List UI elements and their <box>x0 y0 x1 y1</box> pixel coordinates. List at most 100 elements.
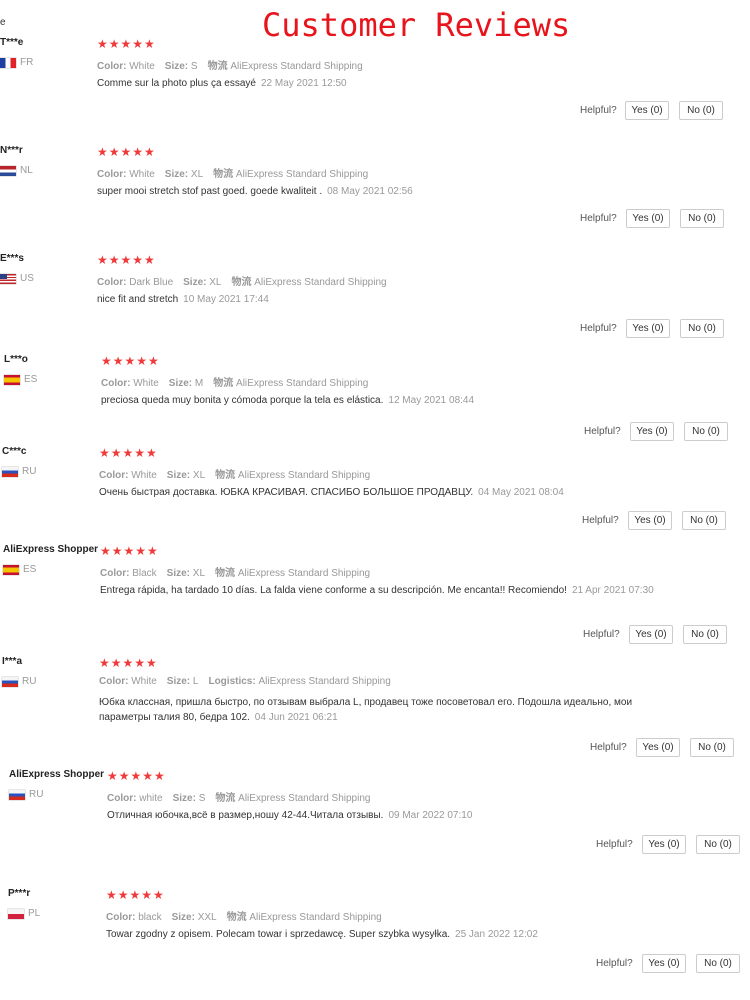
shipping-label: 物流 <box>207 61 231 72</box>
shipping-label: 物流 <box>226 912 250 923</box>
color-label: Color: <box>99 470 132 481</box>
reviewer-name: AliExpress Shopper <box>3 544 99 555</box>
helpful-yes-button[interactable]: Yes (0) <box>626 209 670 228</box>
shipping-label: 物流 <box>231 277 255 288</box>
color-value: White <box>133 378 159 389</box>
helpful-yes-button[interactable]: Yes (0) <box>636 738 680 757</box>
star-rating: ★★★★★ <box>97 253 156 267</box>
reviewer-name: L***o <box>4 354 28 365</box>
reviewer-country: NL <box>0 165 33 176</box>
size-label: Size: <box>166 568 193 579</box>
color-value: Dark Blue <box>129 277 174 288</box>
helpful-no-button[interactable]: No (0) <box>696 954 740 973</box>
helpful-no-button[interactable]: No (0) <box>683 625 727 644</box>
color-label: Color: <box>99 676 132 687</box>
size-label: Size: <box>171 912 198 923</box>
helpful-no-button[interactable]: No (0) <box>690 738 734 757</box>
helpful-label: Helpful? <box>583 629 620 640</box>
color-label: Color: <box>101 378 134 389</box>
review-body: Отличная юбочка,всё в размер,ношу 42-44.… <box>107 810 384 821</box>
color-value: black <box>138 912 162 923</box>
reviewer-country: ES <box>3 564 36 575</box>
country-code: RU <box>22 676 37 687</box>
review-meta: Color: White Size: S 物流 AliExpress Standar… <box>97 57 373 72</box>
review-body: Юбка классная, пришла быстро, по отзывам… <box>99 697 633 723</box>
size-value: S <box>198 793 206 804</box>
country-code: NL <box>20 165 33 176</box>
shipping-value: AliExpress Standard Shipping <box>237 568 371 579</box>
review-body: super mooi stretch stof past goed. goede… <box>97 186 323 197</box>
reviewer-country: RU <box>2 466 36 477</box>
review-body: preciosa queda muy bonita y cómoda porqu… <box>101 395 384 406</box>
review-body: nice fit and stretch <box>97 294 179 305</box>
helpful-no-button[interactable]: No (0) <box>684 422 728 441</box>
flag-ru-icon <box>2 676 18 687</box>
review-text: Юбка классная, пришла быстро, по отзывам… <box>99 695 655 725</box>
color-value: Black <box>132 568 157 579</box>
review-body: Towar zgodny z opisem. Polecam towar i s… <box>106 929 451 940</box>
size-value: XL <box>190 169 204 180</box>
color-value: white <box>139 793 163 804</box>
helpful-yes-button[interactable]: Yes (0) <box>628 511 672 530</box>
reviewer-name: N***r <box>0 145 23 156</box>
review-body: Очень быстрая доставка. ЮБКА КРАСИВАЯ. С… <box>99 487 474 498</box>
star-rating: ★★★★★ <box>106 888 165 902</box>
shipping-value: AliExpress Standard Shipping <box>236 378 369 389</box>
reviewer-country: ES <box>4 374 37 385</box>
helpful-label: Helpful? <box>580 213 617 224</box>
shipping-value: AliExpress Standard Shipping <box>254 277 387 288</box>
review-meta: Color: White Size: XL 物流 AliExpress Standa… <box>99 466 380 481</box>
helpful-yes-button[interactable]: Yes (0) <box>642 954 686 973</box>
review-item: T***e FR ★★★★★ Color: White Size: S 物流 AliExp… <box>0 37 750 147</box>
star-rating: ★★★★★ <box>97 145 156 159</box>
review-date: 04 Jun 2021 06:21 <box>254 712 338 723</box>
size-label: Size: <box>166 470 193 481</box>
review-item: C***c RU ★★★★★ Color: White Size: XL 物流 AliEx… <box>0 446 750 556</box>
size-value: S <box>190 61 198 72</box>
helpful-no-button[interactable]: No (0) <box>680 319 724 338</box>
color-value: White <box>131 470 157 481</box>
country-code: RU <box>29 789 44 800</box>
shipping-label: 物流 <box>213 169 236 180</box>
helpful-yes-button[interactable]: Yes (0) <box>629 625 673 644</box>
size-label: Size: <box>168 378 195 389</box>
review-text: super mooi stretch stof past goed. goede… <box>97 184 655 199</box>
helpful-yes-button[interactable]: Yes (0) <box>626 319 670 338</box>
reviewer-name: AliExpress Shopper <box>9 769 105 780</box>
size-value: XL <box>209 277 222 288</box>
size-label: Size: <box>164 169 191 180</box>
country-code: ES <box>24 374 38 385</box>
review-date: 10 May 2021 17:44 <box>183 294 269 305</box>
color-value: White <box>129 169 155 180</box>
helpful-no-button[interactable]: No (0) <box>679 101 723 120</box>
flag-pl-icon <box>8 908 24 919</box>
helpful-no-button[interactable]: No (0) <box>682 511 726 530</box>
star-rating: ★★★★★ <box>97 37 156 51</box>
review-item: AliExpress Shopper ES ★★★★★ Color: Black Siz… <box>0 544 750 654</box>
helpful-yes-button[interactable]: Yes (0) <box>642 835 686 854</box>
shipping-value: AliExpress Standard Shipping <box>235 169 369 180</box>
helpful-label: Helpful? <box>596 958 633 969</box>
helpful-yes-button[interactable]: Yes (0) <box>625 101 669 120</box>
color-label: Color: <box>106 912 139 923</box>
helpful-no-button[interactable]: No (0) <box>680 209 724 228</box>
size-value: L <box>192 676 199 687</box>
review-date: 09 Mar 2022 07:10 <box>388 810 473 821</box>
color-value: White <box>129 61 155 72</box>
helpful-label: Helpful? <box>590 742 627 753</box>
size-value: M <box>194 378 204 389</box>
review-meta: Color: Black Size: XL 物流 AliExpress Standa… <box>100 564 380 579</box>
size-label: Size: <box>164 61 191 72</box>
reviewer-name: I***a <box>2 656 23 667</box>
country-code: FR <box>20 57 34 68</box>
shipping-value: AliExpress Standard Shipping <box>238 793 371 804</box>
star-rating: ★★★★★ <box>101 354 160 368</box>
helpful-yes-button[interactable]: Yes (0) <box>630 422 674 441</box>
flag-es-icon <box>3 564 19 575</box>
review-item: I***a RU ★★★★★ Color: White Size: L Logistics… <box>0 656 750 766</box>
flag-fr-icon <box>0 57 16 68</box>
color-label: Color: <box>100 568 133 579</box>
shipping-label: 物流 <box>215 470 238 481</box>
flag-ru-icon <box>2 466 18 477</box>
helpful-no-button[interactable]: No (0) <box>696 835 740 854</box>
